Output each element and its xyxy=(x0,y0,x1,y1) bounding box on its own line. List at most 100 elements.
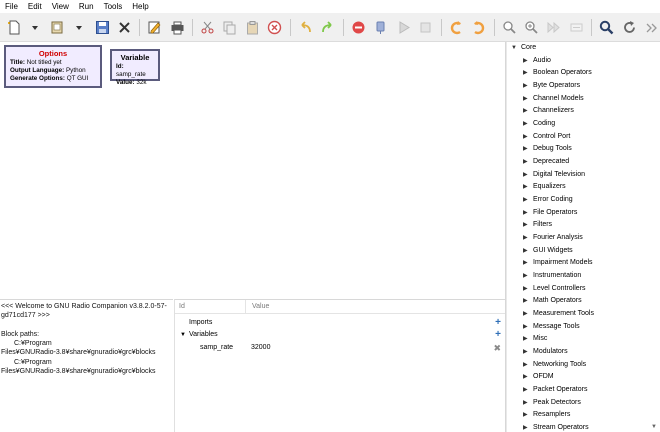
variable-entry-row[interactable]: samp_rate 32000 ✖ xyxy=(175,342,506,354)
options-block[interactable]: Options Title: Not titled yet Output Lan… xyxy=(4,45,102,88)
chevron-right-icon[interactable]: ▶ xyxy=(523,209,533,216)
variables-row[interactable]: ▼ Variables + xyxy=(175,329,506,341)
tree-category[interactable]: ▶ Measurement Tools xyxy=(523,310,594,320)
chevron-right-icon[interactable]: ▶ xyxy=(523,171,533,178)
add-variable-icon[interactable]: + xyxy=(495,330,501,340)
tree-category[interactable]: ▶ Misc xyxy=(523,335,547,345)
chevron-right-icon[interactable]: ▶ xyxy=(523,272,533,279)
execute-icon[interactable] xyxy=(396,20,411,35)
tree-category[interactable]: ▶ Resamplers xyxy=(523,411,570,421)
find-block-icon[interactable] xyxy=(502,20,517,35)
undo-icon[interactable] xyxy=(298,20,313,35)
chevron-right-icon[interactable]: ▶ xyxy=(523,95,533,102)
chevron-right-icon[interactable]: ▶ xyxy=(523,234,533,241)
new-flowgraph-icon[interactable] xyxy=(7,20,22,35)
tree-category[interactable]: ▶ Byte Operators xyxy=(523,82,580,92)
reload-icon[interactable] xyxy=(622,20,637,35)
chevron-right-icon[interactable]: ▶ xyxy=(523,196,533,203)
tree-category[interactable]: ▶ Networking Tools xyxy=(523,361,586,371)
imports-row[interactable]: Imports + xyxy=(175,317,506,329)
tree-root-core[interactable]: ▼ Core xyxy=(511,44,536,54)
chevron-right-icon[interactable]: ▶ xyxy=(523,145,533,152)
chevron-right-icon[interactable]: ▶ xyxy=(523,373,533,380)
menu-edit[interactable]: Edit xyxy=(28,2,42,11)
chevron-right-icon[interactable]: ▶ xyxy=(523,57,533,64)
save-icon[interactable] xyxy=(95,20,110,35)
chevron-right-icon[interactable]: ▶ xyxy=(523,221,533,228)
menu-file[interactable]: File xyxy=(5,2,18,11)
tree-category[interactable]: ▶ Fourier Analysis xyxy=(523,234,583,244)
console-panel[interactable]: <<< Welcome to GNU Radio Companion v3.8.… xyxy=(0,299,173,432)
bypass-icon[interactable] xyxy=(569,20,584,35)
tree-category[interactable]: ▶ File Operators xyxy=(523,209,577,219)
column-header-id[interactable]: Id xyxy=(179,303,185,310)
tree-category[interactable]: ▶ Boolean Operators xyxy=(523,69,592,79)
chevron-right-icon[interactable]: ▶ xyxy=(523,310,533,317)
tree-category[interactable]: ▶ Filters xyxy=(523,221,552,231)
chevron-right-icon[interactable]: ▶ xyxy=(523,386,533,393)
chevron-right-icon[interactable]: ▶ xyxy=(523,107,533,114)
tree-category[interactable]: ▶ Instrumentation xyxy=(523,272,581,282)
tree-category[interactable]: ▶ Math Operators xyxy=(523,297,582,307)
scroll-down-icon[interactable]: ▼ xyxy=(651,424,659,432)
tree-category[interactable]: ▶ Channel Models xyxy=(523,95,584,105)
tree-category[interactable]: ▶ Peak Detectors xyxy=(523,399,581,409)
chevron-right-icon[interactable]: ▶ xyxy=(523,285,533,292)
edit-properties-icon[interactable] xyxy=(147,20,162,35)
paste-icon[interactable] xyxy=(245,20,260,35)
menu-help[interactable]: Help xyxy=(132,2,148,11)
variable-block[interactable]: Variable Id: samp_rate Value: 32k xyxy=(110,49,160,86)
chevron-right-icon[interactable]: ▶ xyxy=(523,183,533,190)
tree-category[interactable]: ▶ Impairment Models xyxy=(523,259,593,269)
chevron-right-icon[interactable]: ▶ xyxy=(523,424,533,431)
remove-variable-icon[interactable]: ✖ xyxy=(493,343,501,353)
more-icon[interactable] xyxy=(644,20,659,35)
chevron-down-icon[interactable] xyxy=(31,24,39,32)
chevron-down-icon[interactable] xyxy=(75,24,83,32)
chevron-right-icon[interactable]: ▶ xyxy=(523,323,533,330)
tree-category[interactable]: ▶ Control Port xyxy=(523,133,570,143)
kill-icon[interactable] xyxy=(418,20,433,35)
tree-category[interactable]: ▶ Debug Tools xyxy=(523,145,572,155)
tree-category[interactable]: ▶ Packet Operators xyxy=(523,386,587,396)
tree-category[interactable]: ▶ Stream Operators xyxy=(523,424,589,432)
tree-category[interactable]: ▶ Error Coding xyxy=(523,196,573,206)
tree-category[interactable]: ▶ GUI Widgets xyxy=(523,247,573,257)
chevron-right-icon[interactable]: ▶ xyxy=(523,247,533,254)
flowgraph-canvas[interactable]: Options Title: Not titled yet Output Lan… xyxy=(0,42,505,299)
chevron-right-icon[interactable]: ▶ xyxy=(523,259,533,266)
generate-icon[interactable] xyxy=(373,20,388,35)
cut-icon[interactable] xyxy=(200,20,215,35)
search-icon[interactable] xyxy=(599,20,614,35)
tree-category[interactable]: ▶ Equalizers xyxy=(523,183,566,193)
rotate-cw-icon[interactable] xyxy=(471,20,486,35)
add-import-icon[interactable]: + xyxy=(495,318,501,328)
zoom-icon[interactable] xyxy=(524,20,539,35)
chevron-right-icon[interactable]: ▶ xyxy=(523,120,533,127)
chevron-right-icon[interactable]: ▶ xyxy=(523,335,533,342)
chevron-down-icon[interactable]: ▼ xyxy=(180,332,186,338)
tree-category[interactable]: ▶ Message Tools xyxy=(523,323,580,333)
tree-category[interactable]: ▶ OFDM xyxy=(523,373,554,383)
chevron-right-icon[interactable]: ▶ xyxy=(523,411,533,418)
tree-category[interactable]: ▶ Channelizers xyxy=(523,107,574,117)
tree-category[interactable]: ▶ Coding xyxy=(523,120,555,130)
print-icon[interactable] xyxy=(170,20,185,35)
open-icon[interactable] xyxy=(50,20,65,35)
redo-icon[interactable] xyxy=(320,20,335,35)
chevron-right-icon[interactable]: ▶ xyxy=(523,399,533,406)
chevron-right-icon[interactable]: ▶ xyxy=(523,69,533,76)
tree-category[interactable]: ▶ Digital Television xyxy=(523,171,585,181)
stop-icon[interactable] xyxy=(351,20,366,35)
chevron-right-icon[interactable]: ▶ xyxy=(523,82,533,89)
menu-view[interactable]: View xyxy=(52,2,69,11)
rotate-ccw-icon[interactable] xyxy=(449,20,464,35)
close-icon[interactable] xyxy=(117,20,132,35)
tree-category[interactable]: ▶ Level Controllers xyxy=(523,285,586,295)
chevron-down-icon[interactable]: ▼ xyxy=(511,45,521,51)
chevron-right-icon[interactable]: ▶ xyxy=(523,297,533,304)
chevron-right-icon[interactable]: ▶ xyxy=(523,361,533,368)
tree-category[interactable]: ▶ Deprecated xyxy=(523,158,569,168)
copy-icon[interactable] xyxy=(222,20,237,35)
menu-tools[interactable]: Tools xyxy=(104,2,123,11)
